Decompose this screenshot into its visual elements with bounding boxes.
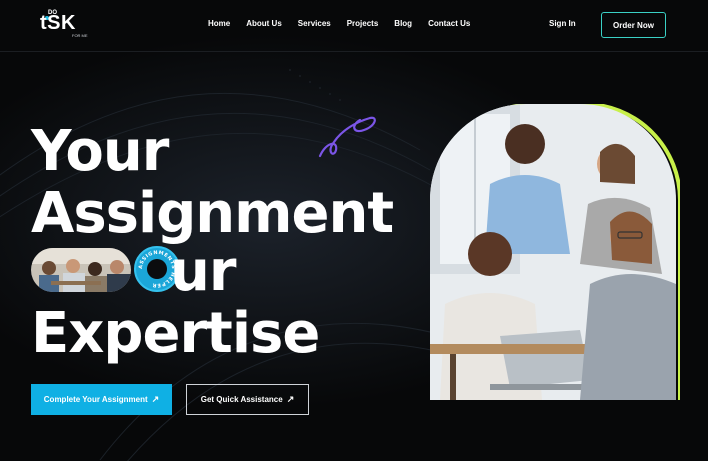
hero-line-4: Expertise <box>31 301 320 366</box>
hero-line-3: ur <box>170 239 236 304</box>
order-now-button[interactable]: Order Now <box>601 12 666 38</box>
nav-home[interactable]: Home <box>208 19 230 28</box>
logo-text: tSK <box>40 12 76 34</box>
logo[interactable]: DO tSK FOR ME <box>40 10 100 42</box>
sign-in-link[interactable]: Sign In <box>549 19 576 28</box>
get-quick-assistance-button[interactable]: Get Quick Assistance ↗ <box>186 384 309 415</box>
main-nav: Home About Us Services Projects Blog Con… <box>208 19 470 28</box>
nav-blog[interactable]: Blog <box>394 19 412 28</box>
complete-assignment-button[interactable]: Complete Your Assignment ↗ <box>31 384 172 415</box>
hero-line-2: Assignment <box>31 181 394 246</box>
nav-contact-us[interactable]: Contact Us <box>428 19 470 28</box>
page: DO tSK FOR ME Home About Us Services Pro… <box>0 0 708 461</box>
logo-subtext: FOR ME <box>72 33 88 38</box>
arrow-up-right-icon: ↗ <box>286 394 295 404</box>
quick-assistance-label: Get Quick Assistance <box>200 395 283 404</box>
site-header: DO tSK FOR ME Home About Us Services Pro… <box>0 0 708 52</box>
badge-center <box>147 259 167 279</box>
arrow-up-right-icon: ↗ <box>151 394 160 404</box>
team-photo-pill <box>31 248 131 292</box>
nav-projects[interactable]: Projects <box>347 19 379 28</box>
hero-team-photo <box>430 104 680 400</box>
squiggle-decoration <box>318 116 376 158</box>
complete-assignment-label: Complete Your Assignment <box>43 395 148 404</box>
nav-about-us[interactable]: About Us <box>246 19 282 28</box>
nav-services[interactable]: Services <box>298 19 331 28</box>
hero-line-1: Your <box>31 119 169 184</box>
